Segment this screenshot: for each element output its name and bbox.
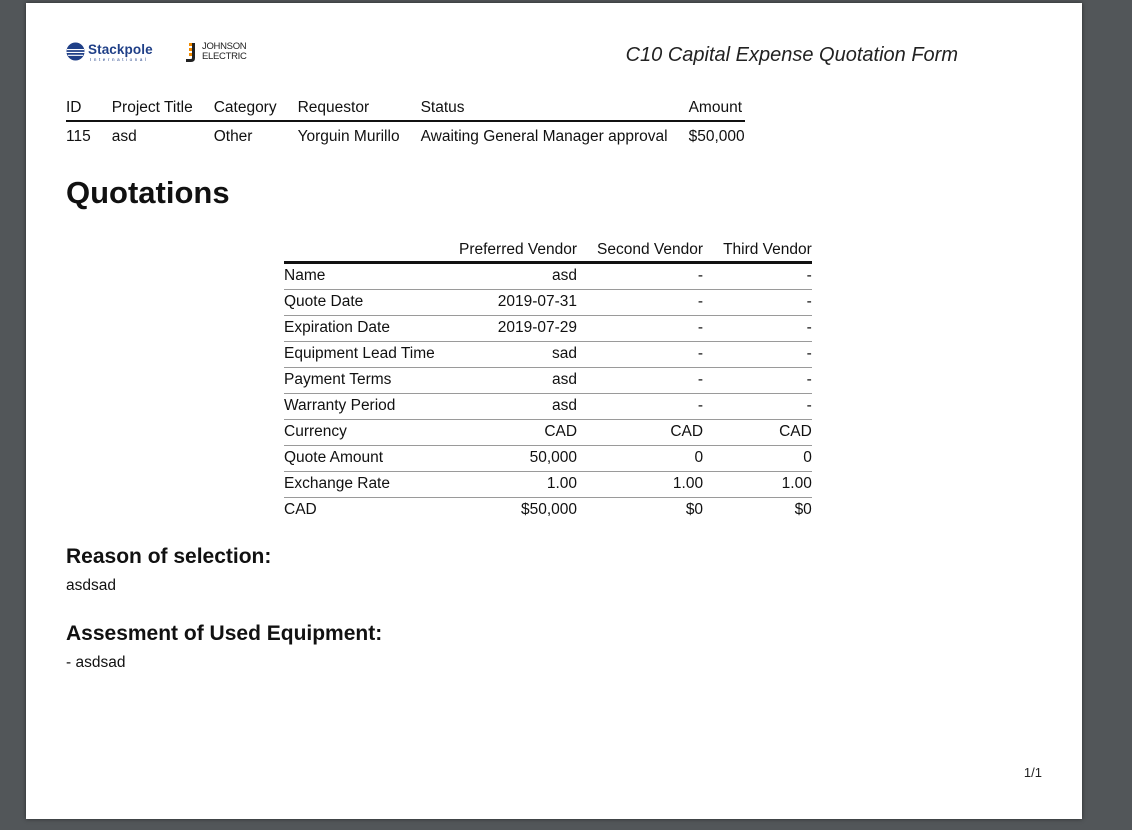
summary-status: Awaiting General Manager approval — [420, 128, 668, 145]
quotation-preferred-value: asd — [439, 393, 578, 420]
summary-col-amount: Amount — [688, 97, 745, 122]
stackpole-globe-icon — [66, 42, 85, 61]
quotation-second-value: - — [577, 262, 704, 290]
summary-project-title: asd — [111, 128, 137, 145]
quotation-second-value: $0 — [685, 501, 704, 518]
summary-amount: $50,000 — [688, 128, 745, 145]
quotation-preferred-value: sad — [439, 341, 578, 368]
quotation-third-value: 1.00 — [703, 471, 812, 498]
johnson-electric-mark-icon — [186, 43, 195, 62]
summary-col-category: Category — [213, 97, 298, 122]
quotation-row-label: Quote Amount — [284, 445, 439, 472]
stackpole-subtitle: International — [90, 57, 149, 62]
assessment-heading: Assesment of Used Equipment: — [66, 622, 383, 645]
reason-heading: Reason of selection: — [66, 545, 272, 568]
quotation-preferred-value: 2019-07-29 — [439, 315, 578, 342]
quotation-row: Quote Amount 50,000 0 0 — [284, 445, 812, 472]
quotation-second-value: - — [577, 341, 704, 368]
summary-requestor: Yorguin Murillo — [297, 128, 400, 145]
quotation-third-value: 0 — [703, 445, 812, 472]
quotation-row-label: Quote Date — [284, 289, 439, 316]
quotation-third-value: $0 — [794, 501, 812, 518]
summary-col-id: ID — [66, 97, 112, 122]
quotations-col-preferred: Preferred Vendor — [439, 240, 578, 264]
quotation-second-value: 0 — [577, 445, 704, 472]
quotation-third-value: - — [703, 262, 812, 290]
quotation-third-value: - — [703, 367, 812, 394]
quotation-third-value: - — [703, 315, 812, 342]
quotations-body: Name asd - - Quote Date 2019-07-31- - Expiratio… — [284, 262, 812, 524]
quotation-row: Quote Date 2019-07-31- - — [284, 289, 812, 316]
quotation-row-label: CAD — [284, 501, 317, 518]
quotation-row-label: Expiration Date — [284, 315, 439, 342]
summary-id: 115 — [66, 128, 91, 145]
quotation-row: Exchange Rate 1.00 1.00 1.00 — [284, 471, 812, 498]
quotation-preferred-value: $50,000 — [521, 501, 578, 518]
quotations-table: Preferred Vendor Second Vendor Third Ven… — [284, 240, 812, 523]
summary-header-row: ID Project Title Category Requestor Stat… — [66, 97, 745, 122]
johnson-electric-wordmark: JOHNSON ELECTRIC — [202, 42, 247, 61]
quotation-preferred-value: 50,000 — [439, 445, 578, 472]
quotation-third-value: - — [703, 393, 812, 420]
quotation-second-value: CAD — [577, 419, 704, 446]
quotations-col-label — [284, 240, 439, 264]
quotation-row-label: Currency — [284, 419, 439, 446]
quotations-col-third: Third Vendor — [703, 240, 812, 264]
quotation-row: Currency CAD CAD CAD — [284, 419, 812, 446]
quotation-second-value: 1.00 — [577, 471, 704, 498]
quotation-row-label: Warranty Period — [284, 393, 439, 420]
quotation-row: Name asd - - — [284, 262, 812, 290]
summary-category: Other — [213, 128, 253, 145]
quotation-row: Expiration Date 2019-07-29- - — [284, 315, 812, 342]
quotation-preferred-value: asd — [439, 262, 578, 290]
quotation-second-value: - — [577, 393, 704, 420]
quotation-third-value: - — [703, 341, 812, 368]
quotation-preferred-value: asd — [439, 367, 578, 394]
electric-line: ELECTRIC — [202, 50, 247, 62]
summary-row: 115 asd Other Yorguin Murillo Awaiting G… — [66, 121, 745, 148]
quotations-col-second: Second Vendor — [577, 240, 704, 264]
quotation-row: Payment Terms asd - - — [284, 367, 812, 394]
quotation-row: Equipment Lead Time sad - - — [284, 341, 812, 368]
summary-table: ID Project Title Category Requestor Stat… — [66, 97, 745, 148]
quotation-row-label: Name — [284, 262, 439, 290]
quotation-row: CAD $50,000 $0 $0 — [284, 498, 812, 524]
summary-col-project-title: Project Title — [111, 97, 214, 122]
quotation-preferred-value: CAD — [439, 419, 578, 446]
johnson-electric-logo: JOHNSON ELECTRIC — [185, 41, 255, 65]
quotation-row: Warranty Period asd - - — [284, 393, 812, 420]
quotation-second-value: - — [577, 315, 704, 342]
stackpole-wordmark: Stackpole — [88, 42, 153, 57]
assessment-text: - asdsad — [66, 654, 126, 671]
quotations-heading: Quotations — [66, 175, 230, 210]
summary-col-status: Status — [420, 97, 689, 122]
summary-col-requestor: Requestor — [297, 97, 421, 122]
document-page: Stackpole International JOHNSON ELECTRIC… — [26, 3, 1082, 819]
quotation-third-value: - — [703, 289, 812, 316]
quotation-preferred-value: 1.00 — [439, 471, 578, 498]
stackpole-logo: Stackpole International — [66, 42, 174, 66]
quotations-header-row: Preferred Vendor Second Vendor Third Ven… — [284, 240, 812, 264]
form-title: C10 Capital Expense Quotation Form — [625, 44, 958, 66]
page-number: 1/1 — [1023, 765, 1042, 780]
quotation-row-label: Exchange Rate — [284, 471, 439, 498]
quotation-row-label: Equipment Lead Time — [284, 341, 439, 368]
quotation-third-value: CAD — [703, 419, 812, 446]
reason-text: asdsad — [66, 577, 116, 594]
quotation-second-value: - — [577, 367, 704, 394]
quotation-row-label: Payment Terms — [284, 367, 439, 394]
quotation-preferred-value: 2019-07-31 — [439, 289, 578, 316]
quotation-second-value: - — [577, 289, 704, 316]
